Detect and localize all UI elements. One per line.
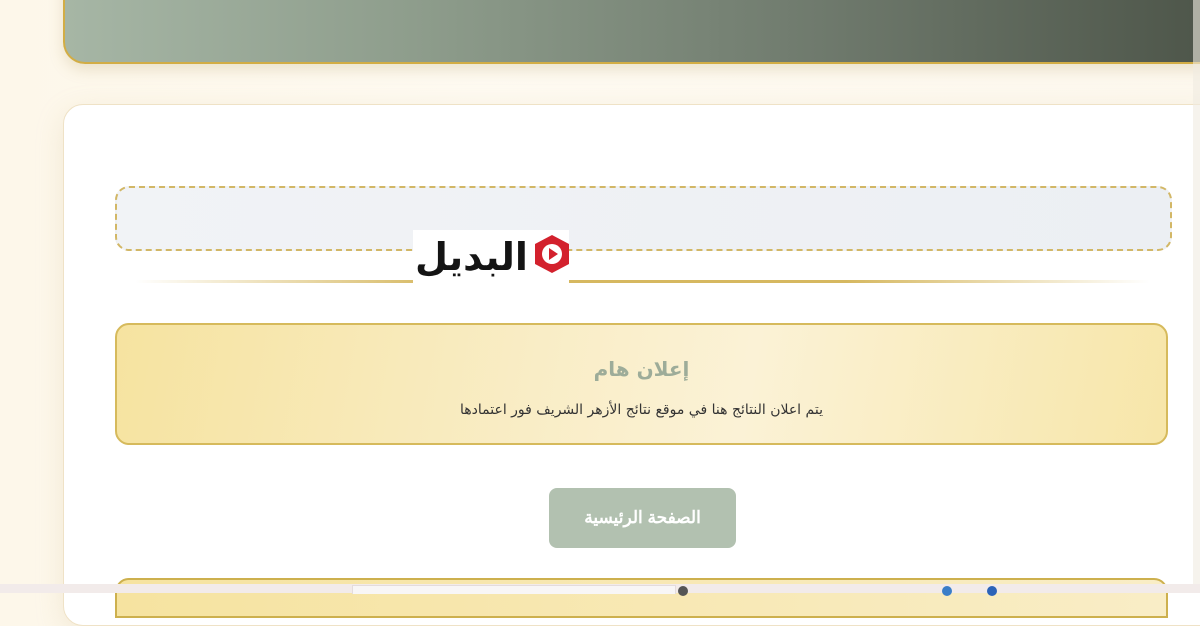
gold-divider	[135, 280, 1150, 283]
header-banner	[63, 0, 1200, 64]
taskbar	[0, 584, 1200, 596]
play-logo-icon	[535, 235, 569, 273]
taskbar-app-icon[interactable]	[942, 586, 952, 596]
home-page-button[interactable]: الصفحة الرئيسية	[549, 488, 736, 548]
notice-text: يتم اعلان النتائج هنا في موقع نتائج الأز…	[460, 402, 823, 418]
important-notice: إعلان هام يتم اعلان النتائج هنا في موقع …	[115, 323, 1168, 445]
watermark-logo: البديل	[413, 230, 569, 283]
result-display-box	[115, 186, 1172, 251]
taskbar-app-icon[interactable]	[987, 586, 997, 596]
taskbar-app-icon[interactable]	[678, 586, 688, 596]
scrollbar[interactable]	[1193, 0, 1200, 593]
notice-title: إعلان هام	[593, 357, 690, 381]
watermark-text: البديل	[415, 234, 528, 279]
